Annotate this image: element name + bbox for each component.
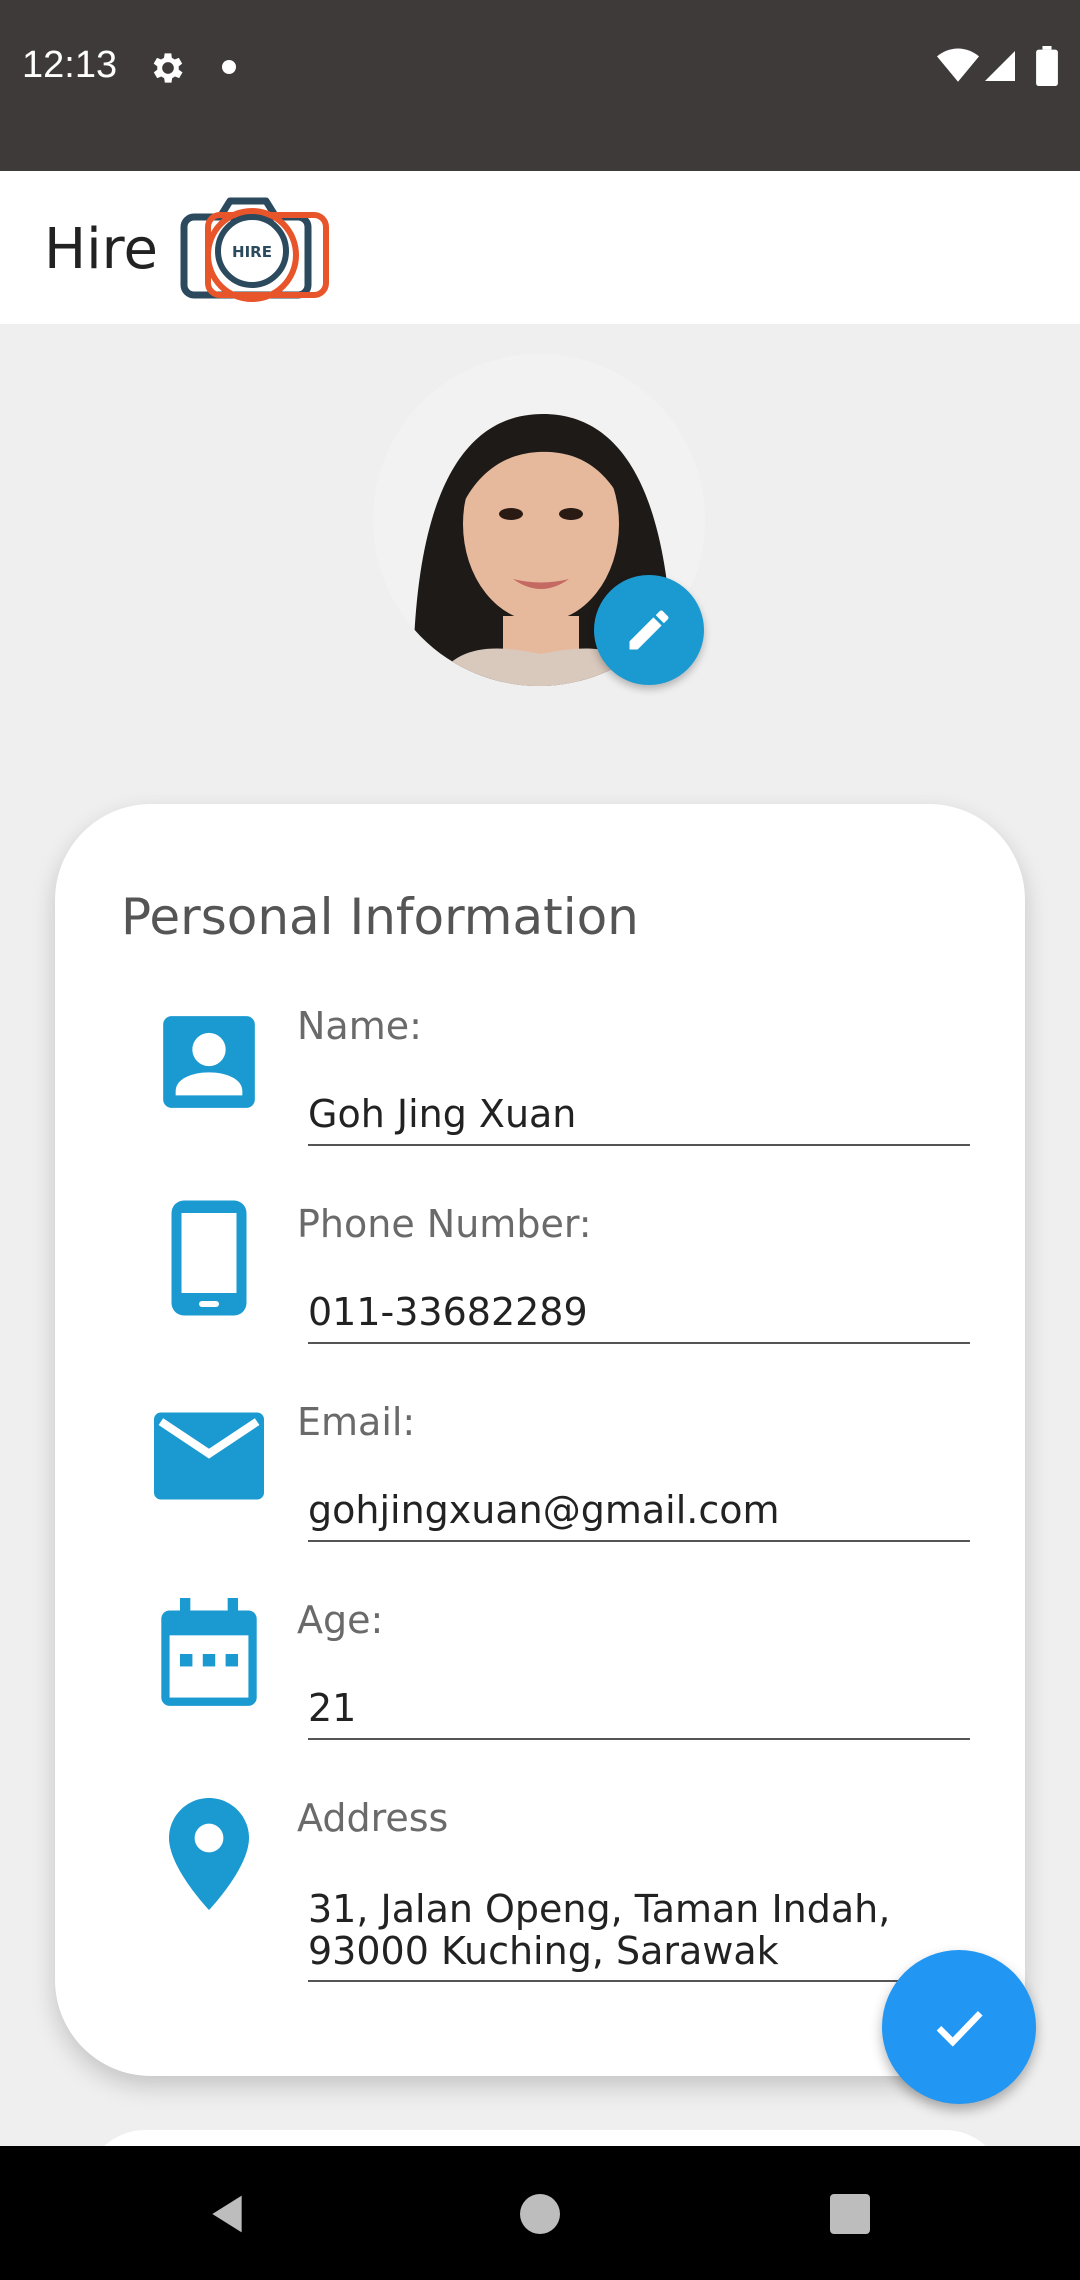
wifi-icon <box>937 48 979 82</box>
email-icon <box>154 1412 264 1500</box>
age-field[interactable]: 21 <box>308 1686 970 1740</box>
address-label: Address <box>297 1796 449 1840</box>
notification-dot-icon <box>222 60 236 74</box>
name-field[interactable]: Goh Jing Xuan <box>308 1092 970 1146</box>
contact-card-icon <box>163 1016 255 1108</box>
phone-label: Phone Number: <box>297 1202 592 1246</box>
age-label: Age: <box>297 1598 384 1642</box>
checkmark-icon <box>936 2011 983 2047</box>
calendar-icon <box>161 1598 257 1706</box>
email-label: Email: <box>297 1400 416 1444</box>
name-label: Name: <box>297 1004 422 1048</box>
back-icon[interactable] <box>205 2192 249 2236</box>
save-button[interactable] <box>882 1950 1036 2104</box>
home-icon[interactable] <box>520 2194 560 2234</box>
recents-icon[interactable] <box>830 2194 870 2234</box>
battery-icon <box>1036 46 1058 86</box>
navigation-bar <box>0 2146 1080 2280</box>
phone-field[interactable]: 011-33682289 <box>308 1290 970 1344</box>
pencil-icon <box>629 610 669 650</box>
phone-icon <box>171 1200 247 1316</box>
camera-logo-icon: HIRE <box>180 197 329 302</box>
section-title: Personal Information <box>121 888 639 946</box>
email-field[interactable]: gohjingxuan@gmail.com <box>308 1488 970 1542</box>
edit-photo-button[interactable] <box>594 575 704 685</box>
status-time: 12:13 <box>22 44 118 86</box>
address-field[interactable]: 31, Jalan Openg, Taman Indah, 93000 Kuch… <box>308 1888 970 1982</box>
logo-text: HIRE <box>232 243 272 261</box>
personal-info-card: Personal Information Name: Goh Jing Xuan… <box>55 804 1025 2076</box>
app-bar: Hire HIRE <box>0 171 1080 324</box>
signal-icon <box>985 51 1015 81</box>
location-pin-icon <box>169 1798 249 1910</box>
app-title: Hire <box>44 217 158 282</box>
status-bar: 12:13 <box>0 0 1080 171</box>
gear-icon <box>153 53 183 83</box>
